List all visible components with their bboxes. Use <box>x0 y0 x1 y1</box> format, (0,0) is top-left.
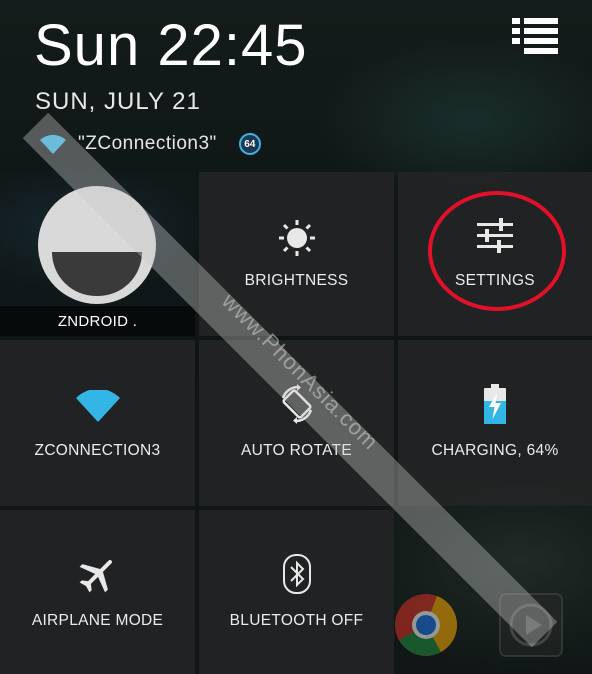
bluetooth-icon <box>282 554 311 594</box>
chrome-icon[interactable] <box>393 592 459 658</box>
tile-battery[interactable]: CHARGING, 64% <box>398 340 592 506</box>
sun-icon <box>278 220 315 256</box>
tile-airplane[interactable]: AIRPLANE MODE <box>0 510 195 674</box>
battery-charging-icon <box>484 384 506 424</box>
tile-brightness-label: BRIGHTNESS <box>244 272 349 289</box>
settings-highlight-ring <box>428 191 566 311</box>
tile-airplane-label: AIRPLANE MODE <box>31 612 164 629</box>
tile-bluetooth-label: BLUETOOTH OFF <box>229 612 364 629</box>
tile-battery-label: CHARGING, 64% <box>431 442 559 459</box>
tile-wifi-label: ZCONNECTION3 <box>34 442 161 459</box>
tile-wifi[interactable]: ZCONNECTION3 <box>0 340 195 506</box>
tile-user-label: ZNDROID . <box>57 313 138 330</box>
wifi-icon <box>75 390 120 422</box>
airplane-icon <box>79 559 112 593</box>
tile-bluetooth[interactable]: BLUETOOTH OFF <box>199 510 394 674</box>
